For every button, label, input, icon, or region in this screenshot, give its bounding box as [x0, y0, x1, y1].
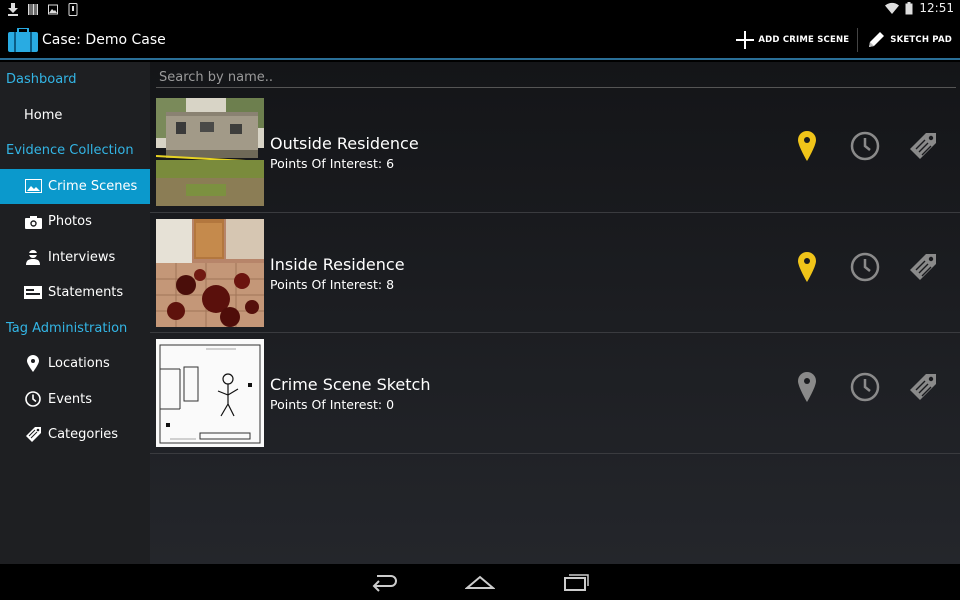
plus-icon	[736, 31, 755, 49]
location-pin-icon	[798, 131, 816, 161]
pencil-icon	[869, 32, 885, 47]
sidebar-item-label: Categories	[48, 427, 119, 443]
sidebar-item-label: Events	[48, 391, 93, 407]
scene-thumbnail[interactable]	[156, 98, 264, 206]
scene-thumbnail[interactable]	[156, 218, 264, 327]
briefcase-logo-icon[interactable]	[8, 28, 38, 52]
points-of-interest: Points Of Interest: 0	[270, 397, 395, 412]
categories-button[interactable]	[906, 129, 940, 163]
scene-thumbnail[interactable]	[156, 339, 264, 447]
scene-title: Inside Residence	[270, 254, 405, 274]
download-icon	[8, 3, 18, 16]
back-icon[interactable]	[369, 572, 399, 592]
events-button[interactable]	[848, 129, 882, 163]
sidebar-item-label: Home	[24, 107, 63, 123]
categories-button[interactable]	[906, 250, 940, 284]
dashboard-header: Dashboard	[6, 72, 77, 88]
clock-icon	[24, 391, 42, 408]
clock-time: 12:51	[919, 1, 954, 15]
clock-icon	[850, 131, 880, 161]
locations-button[interactable]	[790, 370, 824, 404]
sidebar-item-categories[interactable]: Categories	[0, 417, 150, 453]
sidebar-item-label: Locations	[48, 356, 110, 372]
list-item[interactable]: Crime Scene Sketch Points Of Interest: 0	[150, 333, 960, 454]
device-icon	[68, 3, 78, 16]
tag-icon	[910, 374, 936, 400]
points-of-interest: Points Of Interest: 6	[270, 156, 395, 171]
list-item[interactable]: Outside Residence Points Of Interest: 6	[150, 92, 960, 213]
search-input[interactable]	[156, 67, 956, 88]
tag-icon	[910, 253, 936, 280]
sidebar-item-label: Interviews	[48, 249, 116, 265]
tag-icon	[910, 133, 936, 159]
events-button[interactable]	[848, 250, 882, 284]
clock-icon	[850, 252, 880, 281]
sidebar-item-photos[interactable]: Photos	[0, 204, 150, 240]
list-item[interactable]: Inside Residence Points Of Interest: 8	[150, 213, 960, 333]
person-icon	[24, 249, 42, 266]
wifi-icon	[885, 2, 900, 14]
add-crime-scene-button[interactable]: ADD CRIME SCENE	[728, 20, 857, 60]
tag-icon	[24, 427, 42, 443]
sidebar-item-interviews[interactable]: Interviews	[0, 240, 150, 276]
statement-icon	[24, 285, 42, 301]
gallery-icon	[48, 4, 58, 15]
barcode-icon	[28, 4, 38, 15]
sidebar-item-label: Photos	[48, 214, 92, 230]
locations-button[interactable]	[790, 129, 824, 163]
sketch-pad-button[interactable]: SKETCH PAD	[858, 20, 960, 60]
sidebar: Dashboard Home Evidence Collection Crime…	[0, 62, 150, 564]
add-crime-scene-label: ADD CRIME SCENE	[758, 35, 850, 45]
scene-title: Crime Scene Sketch	[270, 375, 431, 394]
image-icon	[24, 178, 42, 194]
points-of-interest: Points Of Interest: 8	[270, 276, 395, 292]
tag-administration-header: Tag Administration	[6, 320, 128, 336]
location-pin-icon	[798, 372, 816, 402]
sidebar-item-crime-scenes[interactable]: Crime Scenes	[0, 168, 150, 204]
sidebar-item-statements[interactable]: Statements	[0, 275, 150, 311]
sidebar-item-events[interactable]: Events	[0, 382, 150, 418]
clock-icon	[850, 372, 880, 402]
main-content: Outside Residence Points Of Interest: 6	[150, 62, 960, 564]
home-icon[interactable]	[465, 572, 495, 592]
evidence-collection-header: Evidence Collection	[6, 143, 134, 159]
sketch-pad-label: SKETCH PAD	[890, 35, 952, 45]
crime-scene-list: Outside Residence Points Of Interest: 6	[150, 92, 960, 454]
battery-icon	[905, 1, 913, 14]
location-pin-icon	[798, 251, 816, 282]
location-pin-icon	[24, 355, 42, 373]
sidebar-item-label: Crime Scenes	[48, 178, 138, 194]
recent-apps-icon[interactable]	[562, 572, 592, 592]
scene-title: Outside Residence	[270, 134, 419, 153]
sidebar-item-locations[interactable]: Locations	[0, 346, 150, 382]
action-bar: Case: Demo Case ADD CRIME SCENE SKETCH P…	[0, 20, 960, 60]
events-button[interactable]	[848, 370, 882, 404]
system-navigation-bar	[0, 564, 960, 600]
locations-button[interactable]	[790, 250, 824, 284]
sidebar-item-home[interactable]: Home	[0, 98, 150, 134]
categories-button[interactable]	[906, 370, 940, 404]
status-bar: 12:51	[0, 0, 960, 20]
search-bar	[156, 66, 956, 88]
page-title: Case: Demo Case	[42, 32, 166, 48]
sidebar-item-label: Statements	[48, 285, 124, 301]
camera-icon	[24, 214, 42, 230]
